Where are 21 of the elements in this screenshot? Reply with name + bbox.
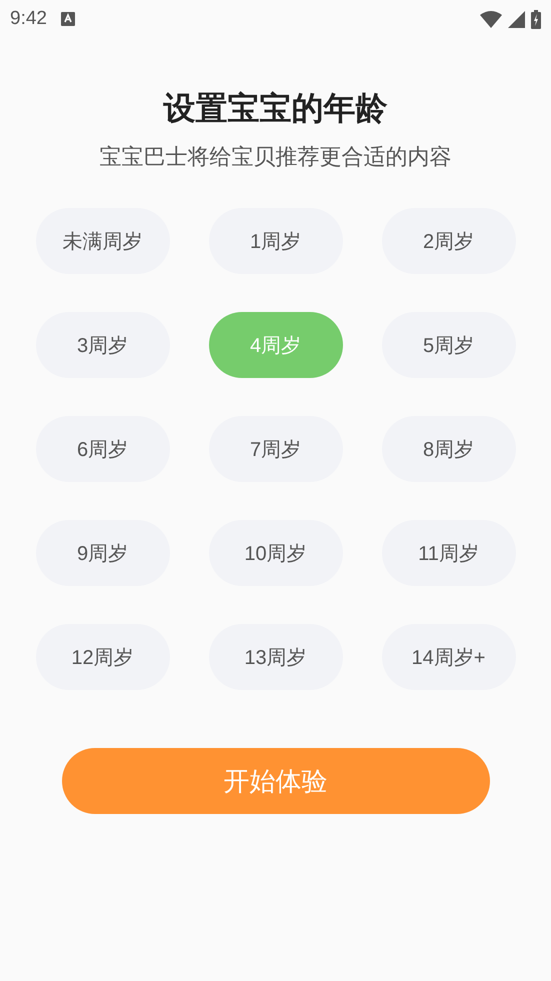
page-subtitle: 宝宝巴士将给宝贝推荐更合适的内容: [98, 143, 452, 171]
age-option[interactable]: 9周岁: [36, 520, 170, 586]
age-option[interactable]: 10周岁: [208, 520, 342, 586]
age-option[interactable]: 11周岁: [382, 520, 516, 586]
wifi-icon: [480, 10, 502, 28]
age-option[interactable]: 13周岁: [208, 624, 342, 690]
age-option[interactable]: 1周岁: [208, 208, 342, 274]
age-option[interactable]: 3周岁: [36, 312, 170, 378]
age-option[interactable]: 12周岁: [36, 624, 170, 690]
age-option[interactable]: 5周岁: [382, 312, 516, 378]
age-option[interactable]: 8周岁: [382, 416, 516, 482]
age-option[interactable]: 6周岁: [36, 416, 170, 482]
keyboard-notification-icon: [60, 12, 75, 26]
signal-icon: [508, 10, 525, 28]
status-time: 9:42: [10, 8, 47, 30]
age-option[interactable]: 2周岁: [382, 208, 516, 274]
age-option[interactable]: 未满周岁: [36, 208, 170, 274]
age-option[interactable]: 7周岁: [208, 416, 342, 482]
battery-icon: [531, 10, 541, 28]
age-option[interactable]: 14周岁+: [382, 624, 516, 690]
page-title: 设置宝宝的年龄: [162, 89, 388, 128]
